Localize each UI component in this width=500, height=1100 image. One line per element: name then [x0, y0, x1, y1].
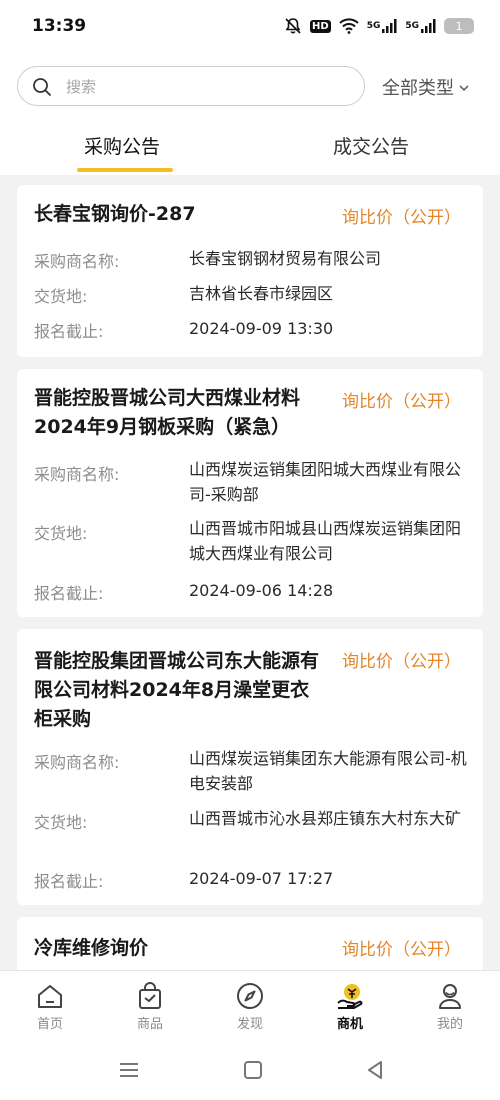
delivery-place-label: 交货地:: [34, 813, 88, 832]
card-tag: 询比价（公开）: [342, 392, 461, 412]
home-square-icon[interactable]: [243, 1060, 263, 1084]
battery-icon: 1: [444, 18, 474, 34]
deadline-label: 报名截止:: [34, 872, 104, 891]
hd-call-icon: HD: [310, 19, 331, 33]
type-filter-label: 全部类型: [382, 78, 454, 99]
deadline-value: 2024-09-06 14:28: [189, 581, 334, 600]
deadline-label: 报名截止:: [34, 322, 104, 341]
menu-icon[interactable]: [118, 1060, 140, 1084]
tab-purchase-notice[interactable]: 采购公告: [84, 132, 160, 159]
delivery-place-value: 山西晋城市阳城县山西煤炭运销集团阳城大西煤业有限公司: [189, 519, 462, 563]
buyer-label: 采购商名称:: [34, 753, 120, 772]
deadline-value: 2024-09-07 17:27: [189, 869, 334, 888]
signal-5g-icon: 5G: [405, 16, 436, 36]
card-title: 晋能控股晋城公司大西煤业材料2024年9月钢板采购（紧急）: [34, 387, 301, 438]
buyer-label: 采购商名称:: [34, 465, 120, 484]
business-opportunity-icon: [337, 984, 363, 1009]
list-item[interactable]: 晋能控股晋城公司大西煤业材料2024年9月钢板采购（紧急） 询比价（公开） 采购…: [17, 369, 483, 617]
search-row: 全部类型: [0, 64, 500, 108]
buyer-value: 山西煤炭运销集团阳城大西煤业有限公司-采购部: [189, 460, 462, 504]
buyer-value: 山西煤炭运销集团东大能源有限公司-机电安装部: [189, 749, 467, 793]
delivery-place-value: 吉林省长春市绿园区: [189, 284, 334, 303]
tab-deal-notice[interactable]: 成交公告: [333, 132, 409, 159]
system-nav-bar: [0, 1046, 500, 1100]
wifi-icon: [338, 16, 359, 36]
card-title: 晋能控股集团晋城公司东大能源有限公司材料2024年8月澡堂更衣柜采购: [34, 650, 320, 730]
shopping-bag-icon: [139, 982, 161, 1009]
active-tab-indicator: [77, 168, 173, 172]
list-item[interactable]: 长春宝钢询价-287 询比价（公开） 采购商名称: 长春宝钢钢材贸易有限公司 交…: [17, 185, 483, 357]
card-tag: 询比价（公开）: [342, 208, 461, 228]
nav-products[interactable]: 商品: [120, 981, 180, 1041]
status-bar: 13:39 HD 5G 5G 1: [0, 0, 500, 56]
nav-discover[interactable]: 发现: [220, 981, 280, 1041]
nav-business[interactable]: 商机: [320, 981, 380, 1041]
back-triangle-icon[interactable]: [365, 1060, 385, 1084]
nav-label: 我的: [436, 1017, 463, 1032]
delivery-place-value: 山西晋城市沁水县郑庄镇东大村东大矿: [189, 809, 462, 828]
card-tag: 询比价（公开）: [342, 652, 461, 672]
buyer-value: 长春宝钢钢材贸易有限公司: [189, 249, 382, 268]
search-input[interactable]: [66, 75, 346, 99]
nav-home[interactable]: 首页: [20, 981, 80, 1041]
profile-icon: [439, 984, 461, 1009]
deadline-label: 报名截止:: [34, 584, 104, 603]
card-tag: 询比价（公开）: [342, 940, 461, 960]
search-box[interactable]: [17, 66, 365, 106]
card-title: 长春宝钢询价-287: [34, 203, 196, 225]
card-title: 冷库维修询价: [34, 937, 149, 959]
status-icons: HD 5G 5G 1: [284, 16, 474, 36]
compass-icon: [237, 983, 263, 1009]
bottom-nav: 首页 商品 发现 商机 我的: [0, 970, 500, 1046]
signal-5g-icon: 5G: [367, 16, 398, 36]
tab-bar: 采购公告 成交公告: [0, 118, 500, 175]
type-filter-dropdown[interactable]: 全部类型: [382, 74, 470, 100]
nav-profile[interactable]: 我的: [420, 981, 480, 1041]
home-icon: [38, 985, 62, 1008]
nav-label: 首页: [36, 1017, 63, 1032]
list-item[interactable]: 冷库维修询价 询比价（公开）: [17, 917, 483, 977]
chevron-down-icon: [458, 77, 470, 98]
buyer-label: 采购商名称:: [34, 252, 120, 271]
delivery-place-label: 交货地:: [34, 287, 88, 306]
mute-bell-icon: [284, 16, 302, 36]
nav-label: 商品: [136, 1017, 163, 1032]
status-time: 13:39: [32, 16, 87, 36]
nav-label: 发现: [236, 1017, 263, 1032]
search-icon: [32, 77, 52, 97]
delivery-place-label: 交货地:: [34, 524, 88, 543]
nav-label: 商机: [336, 1017, 363, 1032]
deadline-value: 2024-09-09 13:30: [189, 319, 334, 338]
list-item[interactable]: 晋能控股集团晋城公司东大能源有限公司材料2024年8月澡堂更衣柜采购 询比价（公…: [17, 629, 483, 905]
header-area: 13:39 HD 5G 5G 1 搜索 全部类型 采购公告 成交公告: [0, 0, 500, 175]
